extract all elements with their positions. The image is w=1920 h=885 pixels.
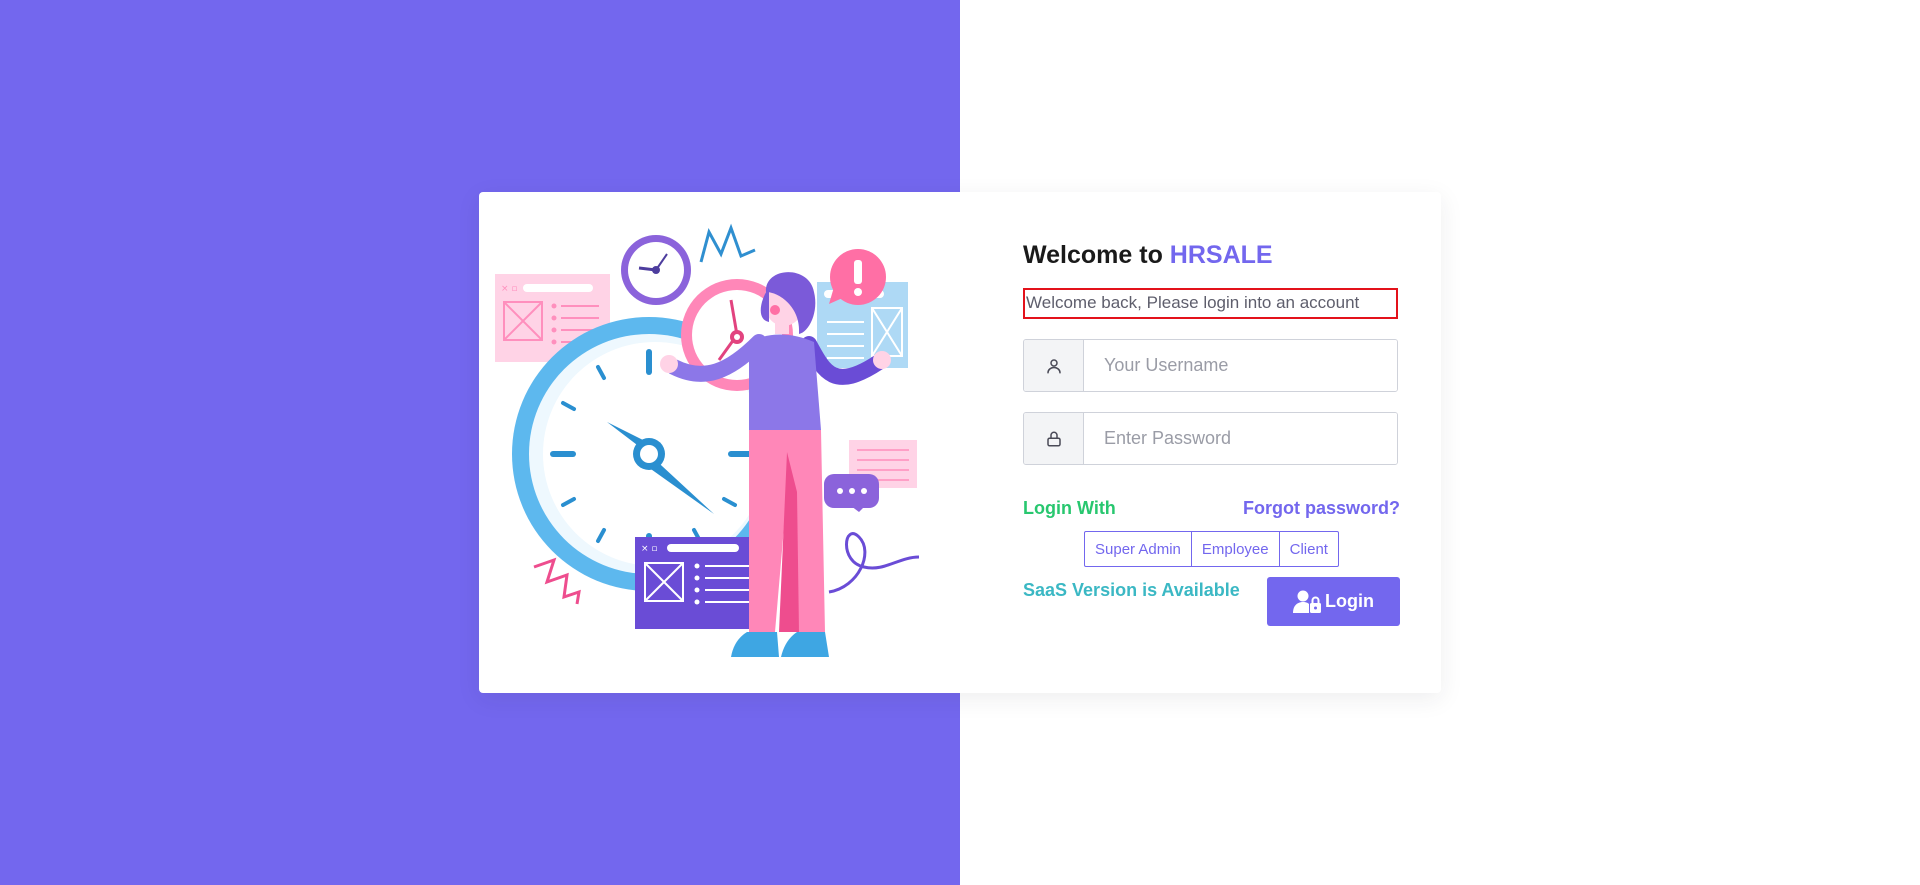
- welcome-subtitle: Welcome back, Please login into an accou…: [1023, 288, 1398, 319]
- svg-text:× ▫: × ▫: [641, 544, 658, 554]
- saas-version-link[interactable]: SaaS Version is Available: [1023, 580, 1240, 601]
- role-button-group: Super Admin Employee Client: [1023, 531, 1400, 567]
- chat-bubble-illustration: [824, 474, 879, 512]
- user-lock-icon: [1293, 590, 1323, 614]
- svg-text:× ▫: × ▫: [501, 284, 518, 294]
- login-button[interactable]: Login: [1267, 577, 1400, 626]
- page-title: Welcome to HRSALE: [1023, 240, 1400, 270]
- employee-button[interactable]: Employee: [1190, 531, 1280, 567]
- password-input[interactable]: [1084, 413, 1397, 464]
- title-prefix: Welcome to: [1023, 241, 1163, 269]
- brand-name: HRSALE: [1169, 241, 1273, 269]
- login-button-label: Login: [1325, 591, 1374, 611]
- user-icon: [1024, 340, 1084, 391]
- login-form: Welcome to HRSALE Welcome back, Please l…: [1023, 240, 1400, 626]
- username-field-group: [1023, 339, 1398, 392]
- purple-window-illustration: × ▫: [635, 537, 755, 629]
- bottom-row: SaaS Version is Available Login: [1023, 577, 1400, 626]
- username-input[interactable]: [1084, 340, 1397, 391]
- login-card: × ▫ × ▫ Welcome to HRSALE Welcome back, …: [479, 192, 1441, 693]
- login-with-label: Login With: [1023, 497, 1116, 518]
- lock-icon: [1024, 413, 1084, 464]
- small-clock-illustration: [621, 235, 691, 305]
- forgot-password-link[interactable]: Forgot password?: [1243, 498, 1400, 519]
- login-illustration: × ▫ × ▫: [479, 192, 959, 693]
- super-admin-button[interactable]: Super Admin: [1084, 531, 1192, 567]
- alert-bubble-illustration: [829, 249, 886, 305]
- password-field-group: [1023, 412, 1398, 465]
- links-row: Login With Forgot password?: [1023, 497, 1400, 519]
- client-button[interactable]: Client: [1278, 531, 1339, 567]
